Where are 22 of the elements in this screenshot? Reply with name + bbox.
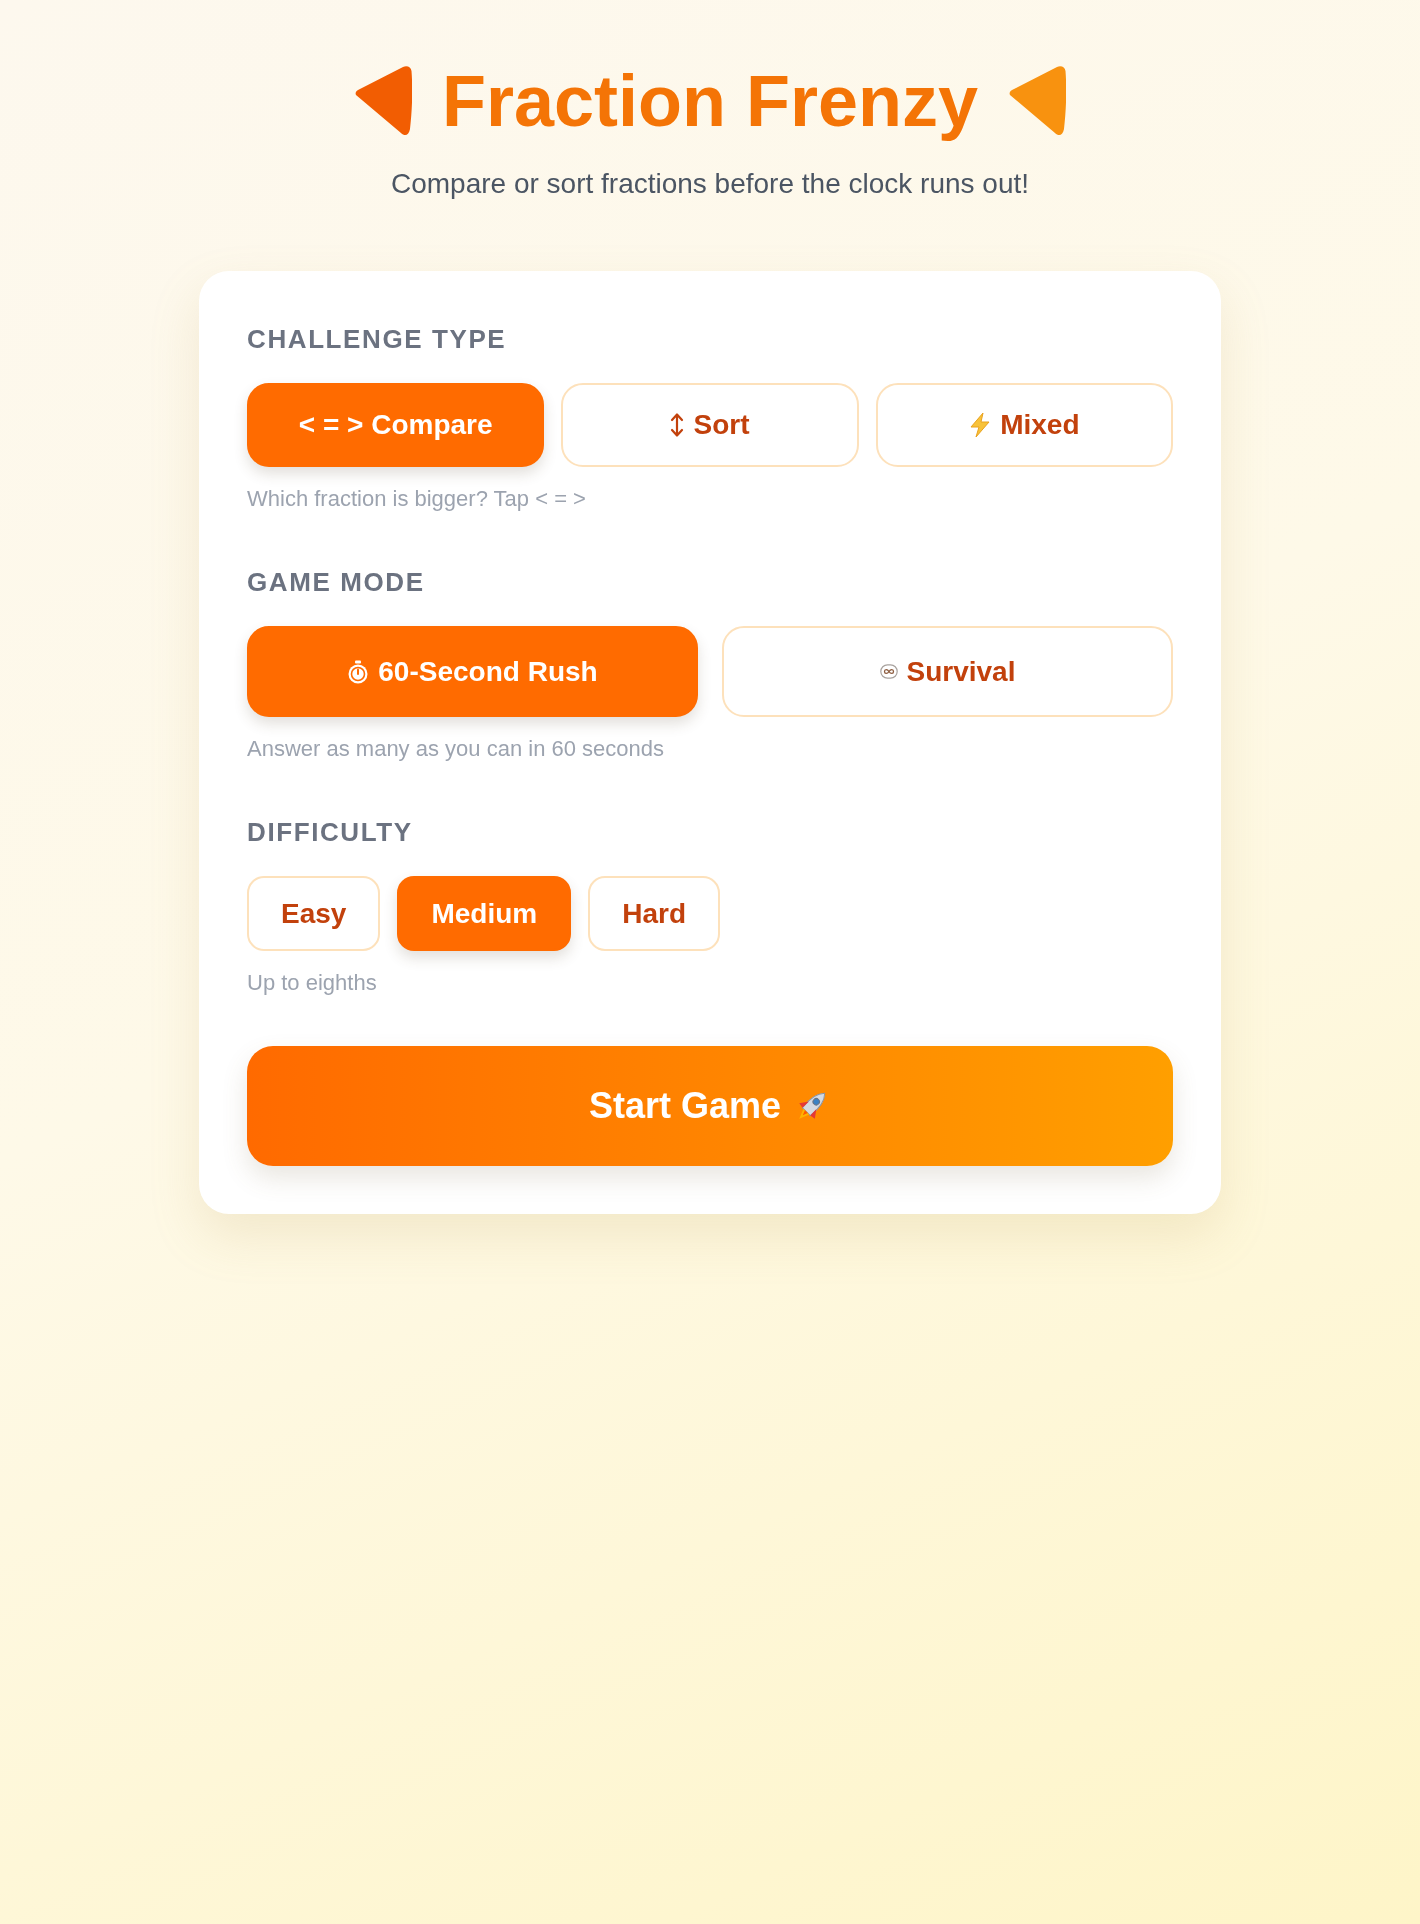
wedge-icon [353,65,412,137]
lightning-icon [969,412,992,438]
option-button[interactable]: Medium [397,876,572,951]
app-title: Fraction Frenzy [441,60,979,143]
option-button[interactable]: < = > Compare [247,383,545,467]
stopwatch-icon [347,659,370,684]
option-button[interactable]: Hard [588,876,720,951]
up-down-arrow-icon [670,412,685,438]
section-heading: DIFFICULTY [247,817,414,848]
infinity-icon [879,664,898,679]
wedge-icon [1008,65,1067,137]
option-button[interactable]: Mixed [875,383,1173,467]
section-heading: GAME MODE [247,567,426,598]
option-button[interactable]: Survival [722,626,1173,717]
section-heading: CHALLENGE TYPE [247,324,508,355]
option-button[interactable]: Sort [561,383,859,467]
hint-text: Which fraction is bigger? Tap < = > [247,485,587,513]
hint-text: Answer as many as you can in 60 seconds [247,735,665,763]
option-button[interactable]: Easy [247,876,381,951]
option-button[interactable]: 60-Second Rush [247,626,698,717]
hint-text: Up to eighths [247,969,378,997]
subtitle: Compare or sort fractions before the clock runs out! [390,167,1030,201]
